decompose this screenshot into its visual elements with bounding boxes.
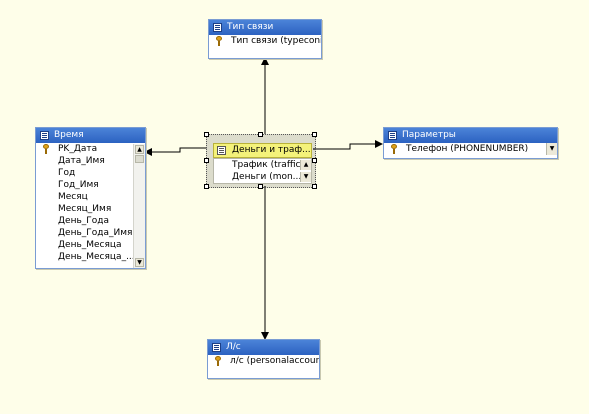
table-icon bbox=[40, 131, 49, 140]
table-title: Тип связи bbox=[227, 22, 274, 32]
table-parametry[interactable]: Параметры Телефон (PHONENUMBER) ▼ bbox=[383, 127, 558, 159]
column-row[interactable]: Месяц bbox=[36, 191, 145, 203]
scroll-up-arrow-icon[interactable]: ▲ bbox=[300, 160, 311, 170]
key-icon bbox=[42, 144, 50, 154]
column-label: День_Месяца bbox=[58, 240, 122, 250]
table-header[interactable]: Тип связи bbox=[209, 20, 321, 35]
resize-handle[interactable] bbox=[312, 184, 317, 189]
scroll-thumb[interactable] bbox=[135, 155, 144, 163]
column-row[interactable]: День_Года_Имя bbox=[36, 227, 145, 239]
column-label: Месяц bbox=[58, 192, 88, 202]
table-icon bbox=[212, 343, 221, 352]
fact-table-icon bbox=[217, 146, 226, 155]
column-label: л/с (personalaccount) bbox=[230, 356, 319, 366]
resize-handle[interactable] bbox=[204, 184, 209, 189]
resize-handle[interactable] bbox=[312, 132, 317, 137]
table-header[interactable]: Параметры bbox=[384, 128, 557, 143]
column-row[interactable]: Год_Имя bbox=[36, 179, 145, 191]
column-row[interactable]: Телефон (PHONENUMBER) ▼ bbox=[384, 143, 557, 155]
fact-table-title: Деньги и траф... bbox=[232, 145, 311, 155]
key-icon bbox=[390, 144, 398, 154]
column-label: День_Года_Имя bbox=[58, 228, 133, 238]
fact-table-body[interactable]: Трафик (traffic) Деньги (mon... ▲ ▼ bbox=[213, 158, 312, 184]
vertical-scrollbar[interactable]: ▲ ▼ bbox=[133, 144, 145, 268]
scroll-up-arrow-icon[interactable]: ▲ bbox=[135, 145, 144, 154]
column-label: День_Года bbox=[58, 216, 109, 226]
relation-line-parametry bbox=[313, 140, 383, 150]
table-icon bbox=[213, 23, 222, 32]
key-icon bbox=[215, 36, 223, 46]
column-label: Трафик (traffic) bbox=[232, 160, 304, 170]
dropdown-arrow-icon[interactable]: ▼ bbox=[546, 143, 557, 155]
column-row[interactable]: л/с (personalaccount) bbox=[208, 355, 319, 367]
column-row[interactable]: Деньги (mon... bbox=[214, 171, 311, 183]
column-label: Деньги (mon... bbox=[232, 172, 302, 182]
resize-handle[interactable] bbox=[312, 158, 317, 163]
column-row[interactable]: Трафик (traffic) bbox=[214, 159, 311, 171]
table-title: Параметры bbox=[402, 130, 456, 140]
table-tip-svyazi[interactable]: Тип связи Тип связи (typeconid) bbox=[208, 19, 322, 59]
key-icon bbox=[214, 356, 222, 366]
table-header[interactable]: Время bbox=[36, 128, 145, 143]
column-row[interactable]: PK_Дата bbox=[36, 143, 145, 155]
column-row[interactable]: Год bbox=[36, 167, 145, 179]
table-title: Время bbox=[54, 130, 84, 140]
column-label: Год_Имя bbox=[58, 180, 99, 190]
resize-handle[interactable] bbox=[258, 184, 263, 189]
table-title: Л/с bbox=[226, 342, 241, 352]
column-row[interactable]: День_Года bbox=[36, 215, 145, 227]
column-label: Дата_Имя bbox=[58, 156, 105, 166]
table-vremya[interactable]: Время PK_Дата Дата_Имя Год Год_Имя Месяц… bbox=[35, 127, 146, 269]
column-row[interactable]: День_Месяца_... bbox=[36, 251, 145, 263]
column-label: Месяц_Имя bbox=[58, 204, 112, 214]
resize-handle[interactable] bbox=[258, 132, 263, 137]
fact-table-header[interactable]: Деньги и траф... bbox=[213, 143, 312, 158]
column-label: Год bbox=[58, 168, 76, 178]
column-label: Телефон (PHONENUMBER) bbox=[406, 144, 529, 154]
column-label: PK_Дата bbox=[58, 144, 98, 154]
scroll-down-arrow-icon[interactable]: ▼ bbox=[135, 258, 144, 267]
table-icon bbox=[388, 131, 397, 140]
column-row[interactable]: Дата_Имя bbox=[36, 155, 145, 167]
table-header[interactable]: Л/с bbox=[208, 340, 319, 355]
resize-handle[interactable] bbox=[204, 132, 209, 137]
column-label: Тип связи (typeconid) bbox=[231, 36, 321, 46]
resize-handle[interactable] bbox=[204, 158, 209, 163]
column-row[interactable]: День_Месяца bbox=[36, 239, 145, 251]
column-row[interactable]: Тип связи (typeconid) bbox=[209, 35, 321, 47]
table-ls[interactable]: Л/с л/с (personalaccount) bbox=[207, 339, 320, 379]
column-row[interactable]: Месяц_Имя bbox=[36, 203, 145, 215]
column-label: День_Месяца_... bbox=[58, 252, 135, 262]
scroll-down-arrow-icon[interactable]: ▼ bbox=[300, 172, 311, 182]
relation-line-vremya bbox=[144, 147, 207, 156]
